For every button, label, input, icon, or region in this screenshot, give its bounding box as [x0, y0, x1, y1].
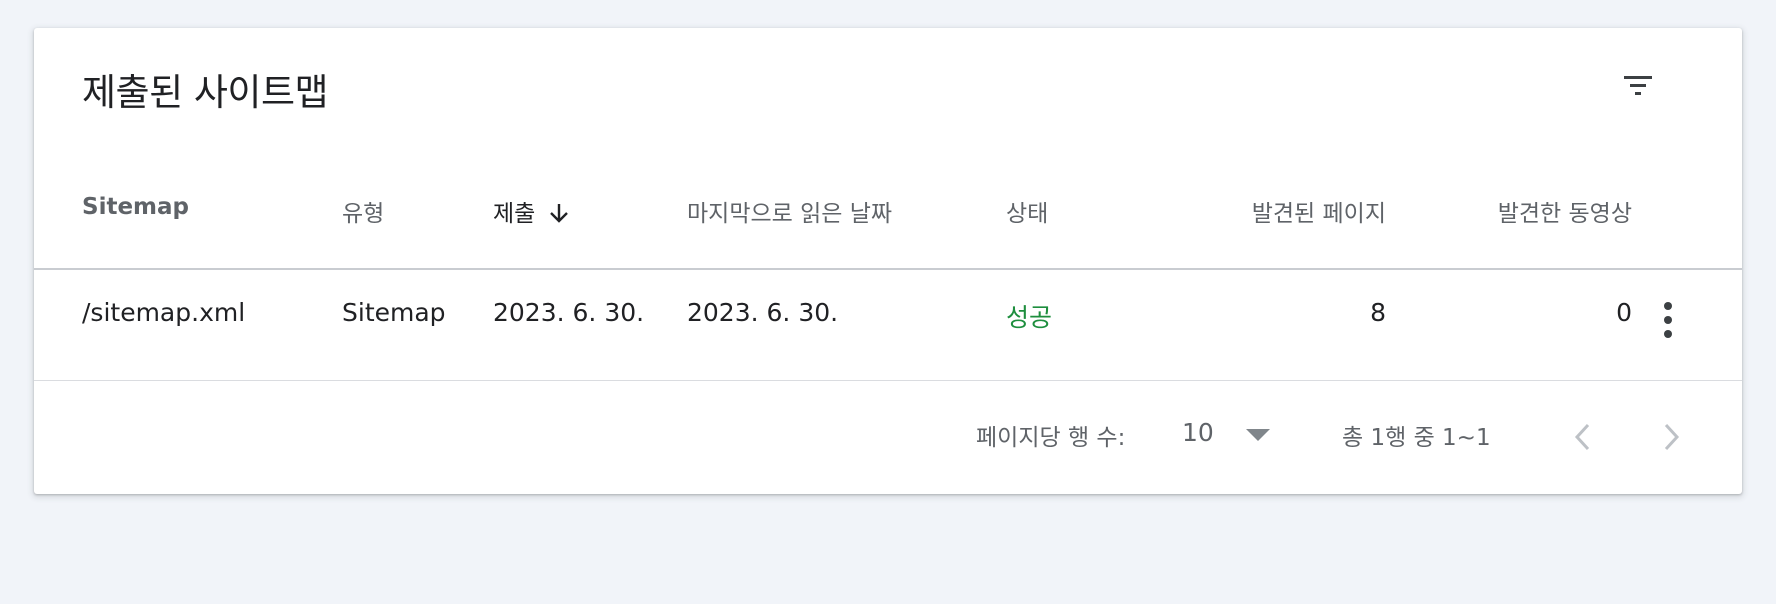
- cell-sitemap: /sitemap.xml: [82, 298, 246, 327]
- cell-videos-found: 0: [1616, 298, 1632, 327]
- rows-per-page-label: 페이지당 행 수:: [976, 425, 1126, 451]
- cell-type: Sitemap: [342, 298, 446, 327]
- rows-per-page-value: 10: [1182, 418, 1214, 447]
- column-header-pages-found[interactable]: 발견된 페이지: [1108, 194, 1386, 228]
- filter-list-icon: [1624, 76, 1652, 95]
- cell-submitted: 2023. 6. 30.: [493, 298, 645, 327]
- chevron-left-icon: [1574, 423, 1590, 451]
- column-header-submitted[interactable]: 제출: [493, 194, 571, 228]
- column-header-sitemap[interactable]: Sitemap: [82, 194, 189, 220]
- column-header-submitted-label: 제출: [493, 201, 536, 227]
- column-header-last-read[interactable]: 마지막으로 읽은 날짜: [687, 194, 892, 228]
- arrow-down-icon: [550, 203, 569, 223]
- row-divider: [34, 380, 1742, 381]
- column-header-videos-found[interactable]: 발견한 동영상: [1350, 194, 1632, 228]
- column-header-type[interactable]: 유형: [342, 194, 384, 228]
- cell-pages-found: 8: [1370, 298, 1386, 327]
- next-page-button[interactable]: [1652, 418, 1692, 458]
- cell-last-read: 2023. 6. 30.: [687, 298, 839, 327]
- card-title: 제출된 사이트맵: [82, 71, 329, 114]
- previous-page-button[interactable]: [1564, 418, 1604, 458]
- row-more-button[interactable]: [1644, 296, 1692, 344]
- pagination-range: 총 1행 중 1~1: [1342, 425, 1491, 451]
- dropdown-caret-icon: [1246, 429, 1270, 441]
- chevron-right-icon: [1664, 423, 1680, 451]
- column-header-status[interactable]: 상태: [1006, 194, 1048, 228]
- filter-button[interactable]: [1610, 58, 1666, 114]
- header-divider: [34, 268, 1742, 270]
- cell-status: 성공: [1006, 303, 1053, 332]
- sitemaps-card: 제출된 사이트맵 Sitemap 유형 제출 마지막으로 읽은 날짜 상태 발견…: [34, 28, 1742, 494]
- rows-per-page-select[interactable]: 10: [1182, 410, 1312, 454]
